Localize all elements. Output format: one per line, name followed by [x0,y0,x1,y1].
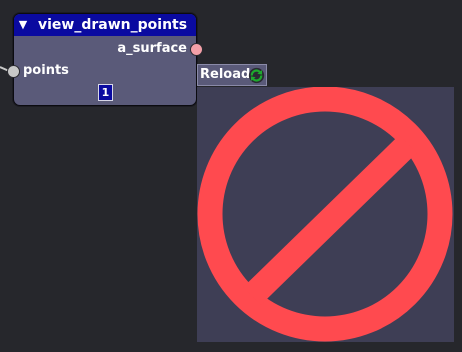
prohibited-icon [197,86,453,342]
triangle-down-icon[interactable]: ▼ [17,14,29,36]
refresh-icon [248,67,265,84]
reload-button[interactable]: Reload [197,64,267,86]
output-socket-a-surface[interactable] [190,43,203,56]
node-header[interactable]: ▼ view_drawn_points [14,14,196,36]
input-socket-label: points [23,63,69,78]
input-socket-points[interactable] [7,65,20,78]
node-editor-canvas[interactable]: ▼ view_drawn_points a_surface points 1 R… [0,0,462,352]
preview-area [197,86,454,342]
count-badge[interactable]: 1 [98,84,113,101]
view-drawn-points-node[interactable]: ▼ view_drawn_points a_surface points 1 [13,13,197,106]
node-title: view_drawn_points [38,17,188,33]
output-socket-label: a_surface [117,41,187,56]
reload-button-label: Reload [200,67,251,82]
